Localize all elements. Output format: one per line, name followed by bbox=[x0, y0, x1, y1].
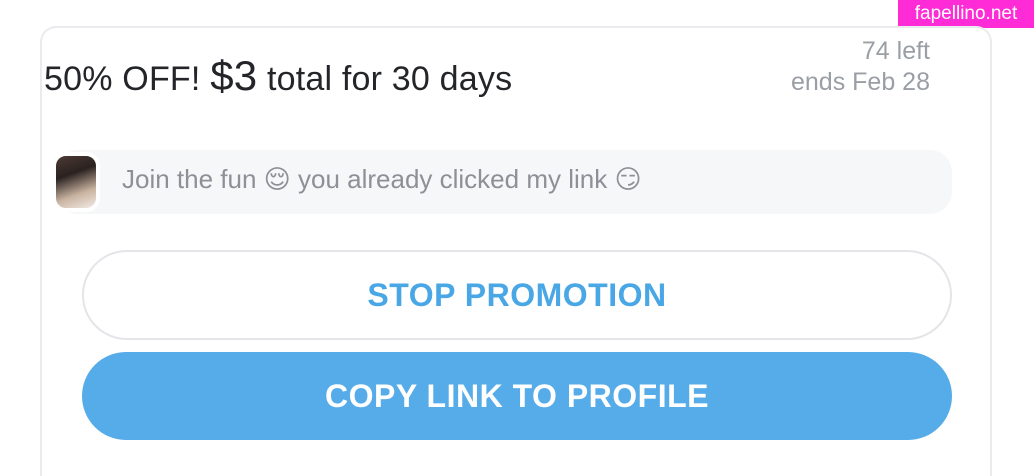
promotion-meta: 74 left ends Feb 28 bbox=[730, 36, 930, 98]
copy-link-button[interactable]: COPY LINK TO PROFILE bbox=[82, 352, 952, 440]
promotion-title-prefix: 50% OFF! bbox=[44, 60, 211, 98]
stop-promotion-button[interactable]: STOP PROMOTION bbox=[82, 250, 952, 340]
promotion-price: $3 bbox=[210, 52, 258, 99]
watermark-label: fapellino.net bbox=[898, 0, 1034, 28]
avatar bbox=[52, 152, 100, 212]
promotion-message-text: Join the fun 😌 you already clicked my li… bbox=[122, 164, 642, 194]
promotion-title-suffix: total for 30 days bbox=[257, 60, 513, 98]
promotion-remaining: 74 left bbox=[861, 37, 930, 65]
promotion-end-date: ends Feb 28 bbox=[791, 68, 930, 96]
promotion-title: 50% OFF! $3 total for 30 days bbox=[44, 52, 512, 100]
